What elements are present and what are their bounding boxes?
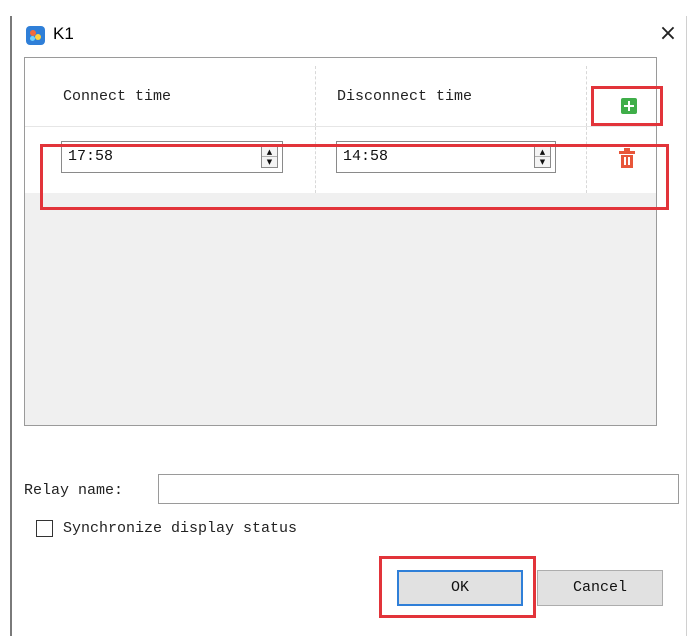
- ok-button[interactable]: OK: [397, 570, 523, 606]
- relay-name-label: Relay name:: [24, 482, 124, 499]
- column-divider: [586, 66, 587, 126]
- app-logo-icon: [26, 26, 45, 45]
- column-divider: [315, 66, 316, 126]
- schedule-header: Connect time Disconnect time: [25, 58, 656, 126]
- column-disconnect-time: Disconnect time: [337, 88, 473, 105]
- schedule-list: Connect time Disconnect time 17:58 ▲ ▼ 1…: [24, 57, 657, 426]
- synchronize-label[interactable]: Synchronize display status: [63, 520, 297, 537]
- synchronize-checkbox[interactable]: [36, 520, 53, 537]
- window-title: K1: [53, 24, 74, 43]
- add-button-highlight: [591, 86, 663, 126]
- title-bar: K1 ×: [12, 16, 686, 52]
- column-connect-time: Connect time: [63, 88, 172, 105]
- close-button[interactable]: ×: [656, 22, 680, 46]
- cancel-button[interactable]: Cancel: [537, 570, 663, 606]
- row-highlight: [40, 144, 669, 210]
- relay-name-input[interactable]: [158, 474, 679, 504]
